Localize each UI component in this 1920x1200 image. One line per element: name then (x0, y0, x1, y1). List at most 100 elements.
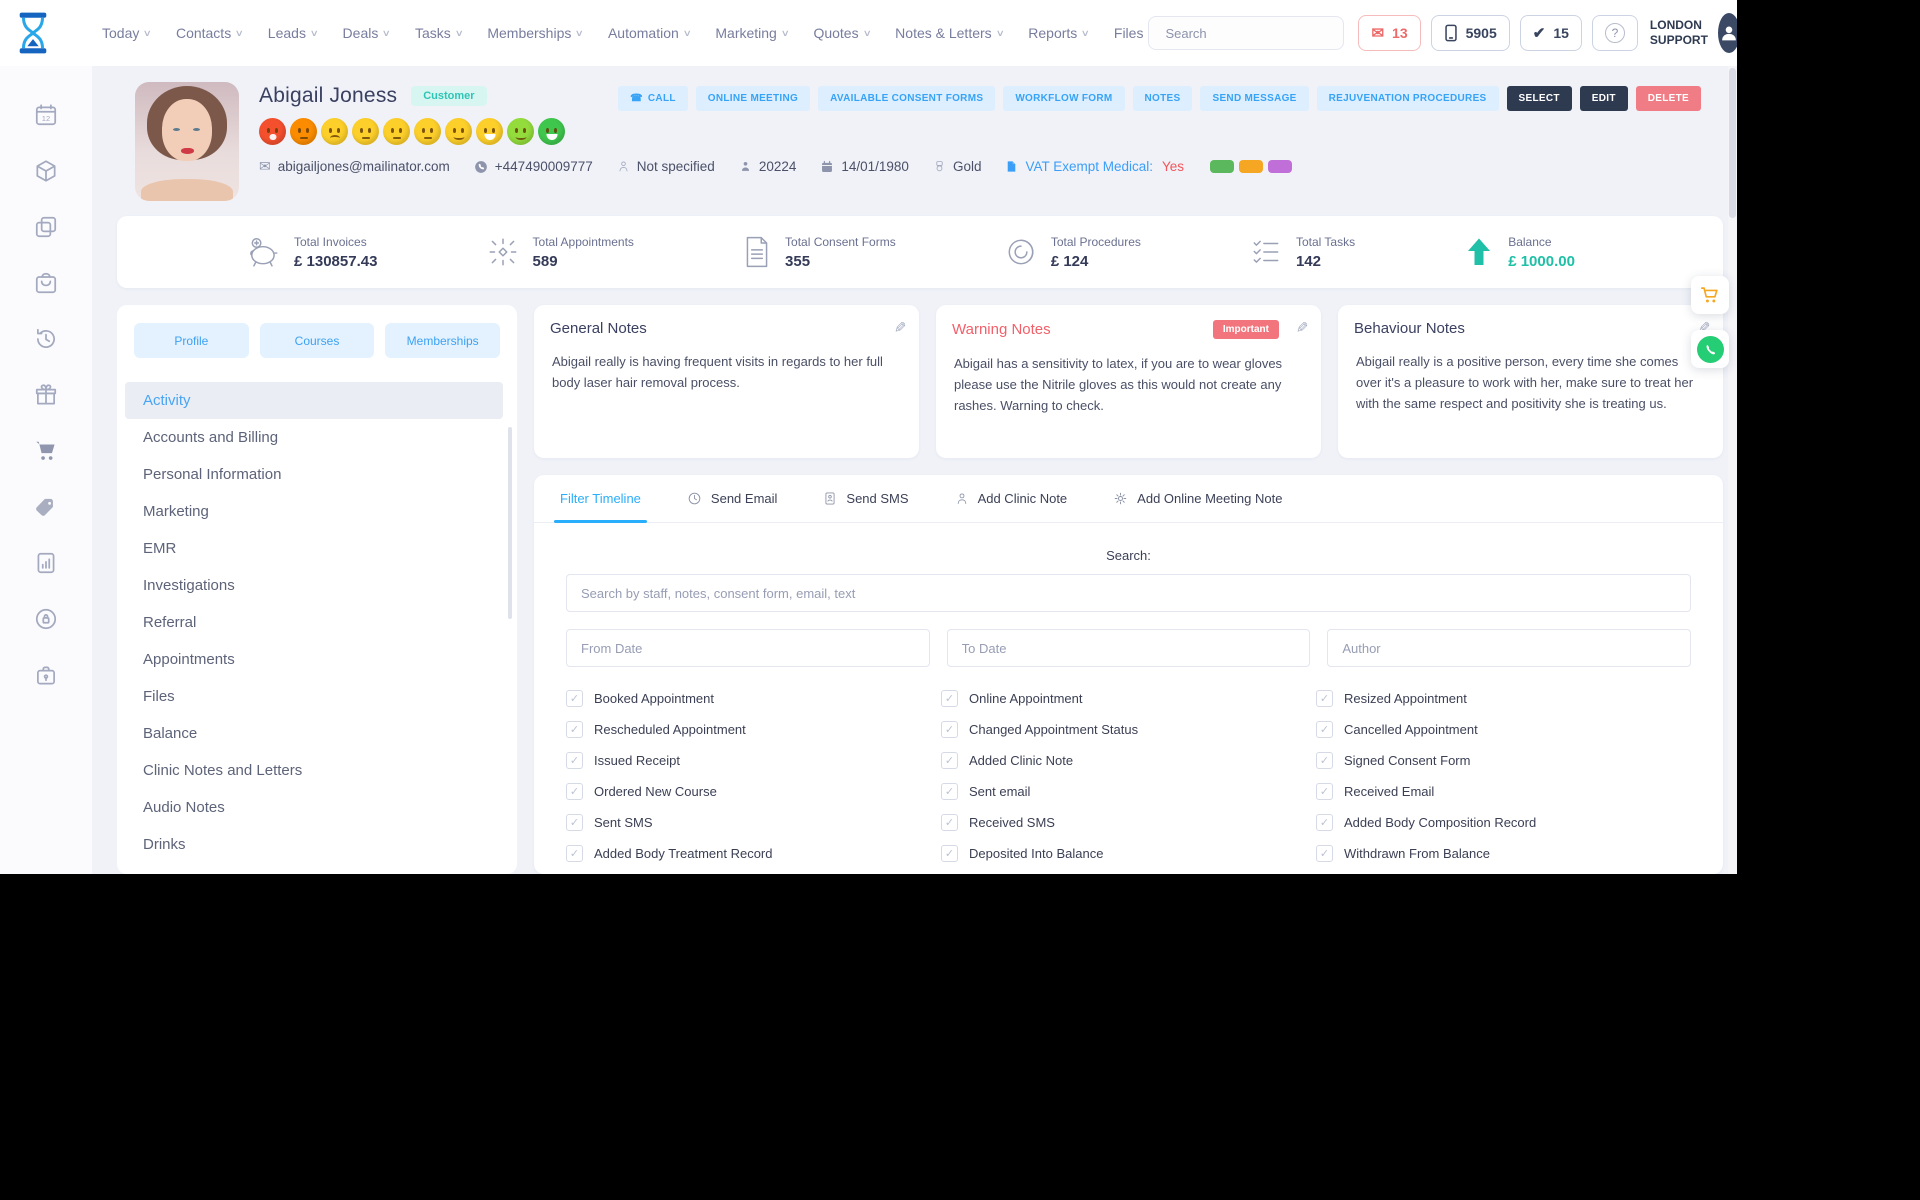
timeline-filter-checkbox[interactable]: ✓ Rescheduled Appointment (566, 718, 941, 741)
menu-item[interactable]: Personal Information (125, 456, 503, 493)
action-button[interactable]: ☎ CALL (618, 86, 688, 111)
menu-item[interactable]: Drinks (125, 826, 503, 863)
timeline-filter-checkbox[interactable]: ✓ Booked Appointment (566, 687, 941, 710)
action-button[interactable]: REJUVENATION PROCEDURES (1316, 86, 1499, 111)
menu-item[interactable]: Marketing (125, 493, 503, 530)
author-input[interactable] (1327, 629, 1691, 667)
timeline-filter-checkbox[interactable]: ✓ Ordered New Course (566, 780, 941, 803)
timeline-filter-checkbox[interactable]: ✓ Deposited Into Balance (941, 842, 1316, 865)
search-input[interactable] (1163, 24, 1344, 42)
checkbox-icon[interactable]: ✓ (1316, 690, 1333, 707)
from-date-input[interactable] (566, 629, 930, 667)
security-icon[interactable] (33, 606, 59, 632)
gift-icon[interactable] (33, 382, 59, 408)
menu-item[interactable]: Appointments (125, 641, 503, 678)
timeline-filter-checkbox[interactable]: ✓ Online Appointment (941, 687, 1316, 710)
timeline-filter-checkbox[interactable]: ✓ Added Clinic Note (941, 749, 1316, 772)
menu-item[interactable]: Files (125, 678, 503, 715)
case-icon[interactable] (33, 662, 59, 688)
smiley-face-icon[interactable] (321, 118, 348, 145)
smiley-face-icon[interactable] (445, 118, 472, 145)
nav-menu-item[interactable]: Leads ∨ (268, 25, 319, 41)
booking-icon[interactable] (33, 270, 59, 296)
menu-item[interactable]: Accounts and Billing (125, 419, 503, 456)
checkbox-icon[interactable]: ✓ (941, 752, 958, 769)
smiley-face-icon[interactable] (383, 118, 410, 145)
timeline-filter-checkbox[interactable]: ✓ Sent email (941, 780, 1316, 803)
pencil-icon[interactable]: ✎ (1293, 321, 1311, 334)
checkbox-icon[interactable]: ✓ (566, 690, 583, 707)
tab-add-clinic-note[interactable]: Add Clinic Note (955, 475, 1067, 522)
timeline-filter-checkbox[interactable]: ✓ Withdrawn From Balance (1316, 842, 1691, 865)
smiley-face-icon[interactable] (476, 118, 503, 145)
help-badge[interactable]: ? (1591, 15, 1638, 51)
smiley-face-icon[interactable] (538, 118, 565, 145)
app-logo-hourglass-icon[interactable] (14, 8, 52, 58)
checkbox-icon[interactable]: ✓ (941, 814, 958, 831)
to-date-input[interactable] (946, 629, 1311, 667)
checkbox-icon[interactable]: ✓ (566, 721, 583, 738)
timeline-filter-checkbox[interactable]: ✓ Received SMS (941, 811, 1316, 834)
action-button[interactable]: SEND MESSAGE (1200, 86, 1309, 111)
tasks-badge[interactable]: ✔ 15 (1519, 15, 1582, 51)
timeline-filter-checkbox[interactable]: ✓ Issued Receipt (566, 749, 941, 772)
customer-email[interactable]: ✉ abigailjones@mailinator.com (259, 158, 450, 175)
action-button[interactable]: DELETE (1635, 86, 1701, 111)
menu-item[interactable]: Balance (125, 715, 503, 752)
panel-scrollbar[interactable] (508, 427, 512, 619)
checkbox-icon[interactable]: ✓ (1316, 721, 1333, 738)
color-tag[interactable] (1239, 160, 1264, 173)
timeline-filter-checkbox[interactable]: ✓ Sent SMS (566, 811, 941, 834)
vat-exempt-field[interactable]: VAT Exempt Medical: Yes (1005, 159, 1184, 174)
menu-item[interactable]: Audio Notes (125, 789, 503, 826)
action-button[interactable]: WORKFLOW FORM (1003, 86, 1125, 111)
checkbox-icon[interactable]: ✓ (566, 845, 583, 862)
nav-menu-item[interactable]: Today ∨ (102, 25, 152, 41)
checkbox-icon[interactable]: ✓ (1316, 845, 1333, 862)
checkbox-icon[interactable]: ✓ (1316, 752, 1333, 769)
action-button[interactable]: AVAILABLE CONSENT FORMS (818, 86, 996, 111)
checkbox-icon[interactable]: ✓ (566, 783, 583, 800)
panel-tab[interactable]: Memberships (385, 323, 501, 358)
nav-menu-item[interactable]: Reports ∨ (1028, 25, 1090, 41)
nav-menu-item[interactable]: Memberships ∨ (487, 25, 584, 41)
smiley-face-icon[interactable] (290, 118, 317, 145)
smiley-face-icon[interactable] (259, 118, 286, 145)
nav-menu-item[interactable]: Tasks ∨ (415, 25, 464, 41)
panel-tab[interactable]: Courses (259, 323, 375, 358)
nav-menu-item[interactable]: Automation ∨ (608, 25, 692, 41)
action-button[interactable]: EDIT (1579, 86, 1628, 111)
checkbox-icon[interactable]: ✓ (566, 814, 583, 831)
nav-menu-item[interactable]: Files (1114, 25, 1149, 41)
checkbox-icon[interactable]: ✓ (941, 690, 958, 707)
calendar-icon[interactable]: 12 (33, 102, 59, 128)
calls-badge[interactable]: 5905 (1430, 15, 1510, 51)
package-icon[interactable] (33, 158, 59, 184)
timeline-search-input[interactable] (566, 574, 1691, 612)
tab-send-email[interactable]: Send Email (687, 475, 777, 522)
action-button[interactable]: ONLINE MEETING (695, 86, 811, 111)
checkbox-icon[interactable]: ✓ (1316, 814, 1333, 831)
nav-menu-item[interactable]: Quotes ∨ (813, 25, 871, 41)
customer-phone[interactable]: +447490009777 (474, 159, 593, 174)
nav-menu-item[interactable]: Marketing ∨ (715, 25, 789, 41)
action-button[interactable]: SELECT (1506, 86, 1572, 111)
tab-send-sms[interactable]: Send SMS (823, 475, 909, 522)
menu-item[interactable]: Activity (125, 382, 503, 419)
menu-item[interactable]: Clinic Notes and Letters (125, 752, 503, 789)
floating-whatsapp-button[interactable] (1691, 330, 1729, 368)
user-avatar[interactable] (1717, 13, 1737, 53)
timeline-filter-checkbox[interactable]: ✓ Added Body Treatment Record (566, 842, 941, 865)
action-button[interactable]: NOTES (1132, 86, 1193, 111)
checkbox-icon[interactable]: ✓ (566, 752, 583, 769)
tab-filter-timeline[interactable]: Filter Timeline (554, 475, 647, 523)
checkbox-icon[interactable]: ✓ (941, 783, 958, 800)
panel-tab[interactable]: Profile (134, 323, 249, 358)
layers-icon[interactable] (33, 214, 59, 240)
customer-photo[interactable] (135, 82, 239, 201)
nav-menu-item[interactable]: Contacts ∨ (176, 25, 244, 41)
smiley-face-icon[interactable] (414, 118, 441, 145)
menu-item[interactable]: Investigations (125, 567, 503, 604)
cart-icon[interactable] (33, 438, 59, 464)
nav-menu-item[interactable]: Notes & Letters ∨ (895, 25, 1004, 41)
